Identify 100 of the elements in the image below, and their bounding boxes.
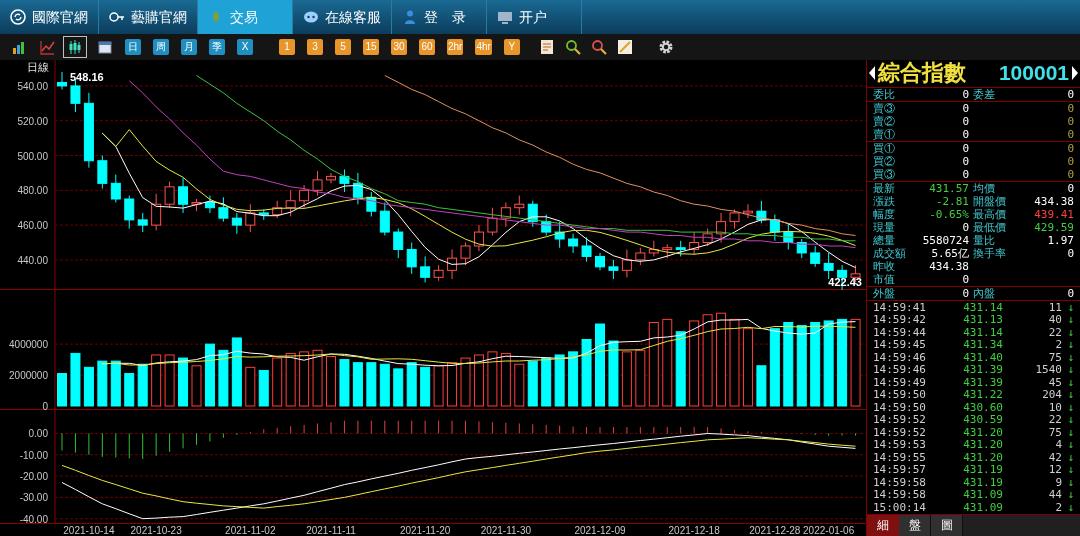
trade-direction: ↓ — [1066, 476, 1074, 490]
field-label: 量比 — [972, 233, 996, 247]
volume-bar — [635, 349, 646, 407]
volume-bar — [756, 365, 767, 407]
bar-chart-icon — [11, 39, 27, 55]
trade-price: 431.14 — [962, 326, 1003, 340]
trade-time: 14:59:41 — [873, 301, 927, 315]
trade-price: 431.40 — [962, 351, 1003, 365]
axis-label: 540.00 — [17, 80, 48, 92]
period-button[interactable]: X — [237, 39, 253, 55]
axis-label: -30.00 — [19, 492, 48, 504]
zoom-in-icon[interactable] — [564, 39, 581, 55]
candlestick — [231, 212, 242, 235]
candlestick — [272, 200, 283, 219]
trade-time: 14:59:53 — [873, 439, 927, 452]
nav-tab[interactable]: 交易 — [198, 0, 293, 34]
previous-arrow-icon[interactable] — [869, 66, 875, 81]
chart-type-button[interactable] — [63, 36, 87, 58]
trade-price: 431.09 — [962, 489, 1003, 502]
axis-label: 2000000 — [9, 370, 48, 382]
period-button[interactable]: 日 — [125, 39, 141, 55]
volume-bar — [191, 365, 202, 407]
trade-price: 430.59 — [962, 414, 1003, 427]
volume-bar — [70, 352, 81, 407]
period-button[interactable]: 3 — [307, 39, 323, 55]
period-button[interactable]: 5 — [335, 39, 351, 55]
calendar-icon[interactable] — [98, 40, 112, 54]
candlestick — [393, 228, 404, 259]
panel-tab[interactable]: 圖 — [931, 515, 963, 536]
axis-label: 0.00 — [28, 428, 48, 440]
report-icon[interactable] — [538, 39, 555, 55]
trade-price: 431.20 — [962, 439, 1003, 452]
field-label: 最低價 — [972, 220, 1007, 234]
trade-time: 14:59:52 — [873, 414, 927, 427]
trade-price: 431.39 — [962, 364, 1003, 377]
volume-bar — [231, 337, 242, 407]
trade-time: 14:59:55 — [873, 451, 927, 465]
candlestick — [756, 200, 767, 224]
max-price-label: 548.16 — [70, 71, 104, 83]
field-label: 最新 — [873, 181, 896, 195]
date-label: 2021-11-11 — [306, 525, 356, 536]
period-button[interactable]: 15 — [363, 39, 379, 55]
field-value: 0 — [961, 127, 969, 141]
axis-label: 0 — [42, 401, 48, 410]
field-value: 0 — [1066, 181, 1074, 195]
field-value: 434.38 — [1033, 194, 1074, 208]
volume-bar — [433, 365, 444, 407]
trade-price: 431.34 — [962, 339, 1003, 352]
volume-bar — [83, 366, 94, 407]
zoom-out-icon[interactable] — [590, 39, 607, 55]
candlestick — [635, 247, 646, 266]
ruler-icon[interactable] — [616, 39, 633, 55]
trade-volume: 45 — [1047, 376, 1062, 390]
candlestick — [110, 174, 121, 203]
trade-price: 431.20 — [962, 451, 1003, 465]
trade-time: 14:59:58 — [873, 476, 927, 490]
candlestick — [769, 214, 780, 242]
candlestick — [420, 255, 431, 283]
candlestick — [339, 168, 350, 193]
period-button[interactable]: 60 — [419, 39, 435, 55]
axis-label: 500.00 — [17, 150, 48, 162]
field-value: 0 — [1066, 167, 1074, 181]
settings-icon[interactable] — [657, 39, 674, 55]
period-button[interactable]: Y — [503, 39, 520, 55]
volume-bar — [420, 366, 431, 407]
trade-volume: 9 — [1054, 476, 1062, 490]
field-value: 5580724 — [921, 233, 969, 247]
candlestick — [581, 236, 592, 263]
candlestick — [541, 214, 552, 237]
period-button[interactable]: 1 — [279, 39, 295, 55]
field-label: 賣③ — [873, 101, 896, 115]
period-button[interactable]: 30 — [391, 39, 407, 55]
field-value: 0 — [1066, 114, 1074, 128]
period-button[interactable]: 月 — [181, 39, 197, 55]
candlestick — [366, 191, 377, 217]
period-button[interactable]: 2hr — [447, 39, 464, 55]
index-code: 100001 — [998, 60, 1069, 87]
field-value: 0 — [961, 87, 969, 101]
candlestick — [527, 200, 538, 228]
candlestick — [406, 242, 417, 275]
trade-price: 431.19 — [962, 464, 1003, 477]
field-label: 均價 — [972, 181, 996, 195]
panel-tab[interactable]: 盤 — [899, 515, 931, 536]
field-value: 0 — [1066, 101, 1074, 115]
trade-price: 431.09 — [962, 501, 1003, 515]
period-button[interactable]: 季 — [209, 39, 225, 55]
candlestick — [178, 177, 189, 214]
volume-bar — [97, 360, 108, 407]
candlestick — [729, 208, 740, 230]
volume-bar — [352, 362, 363, 407]
period-button[interactable]: 4hr — [475, 39, 492, 55]
volume-bar — [487, 351, 498, 407]
candlestick — [473, 224, 484, 252]
trade-direction: ↓ — [1066, 401, 1074, 415]
trade-volume: 2 — [1054, 339, 1062, 352]
next-arrow-icon[interactable] — [1072, 66, 1078, 81]
period-button[interactable]: 周 — [153, 39, 169, 55]
panel-tab[interactable]: 細 — [867, 515, 899, 536]
monitor-icon — [497, 9, 513, 25]
volume-bar — [541, 357, 552, 407]
